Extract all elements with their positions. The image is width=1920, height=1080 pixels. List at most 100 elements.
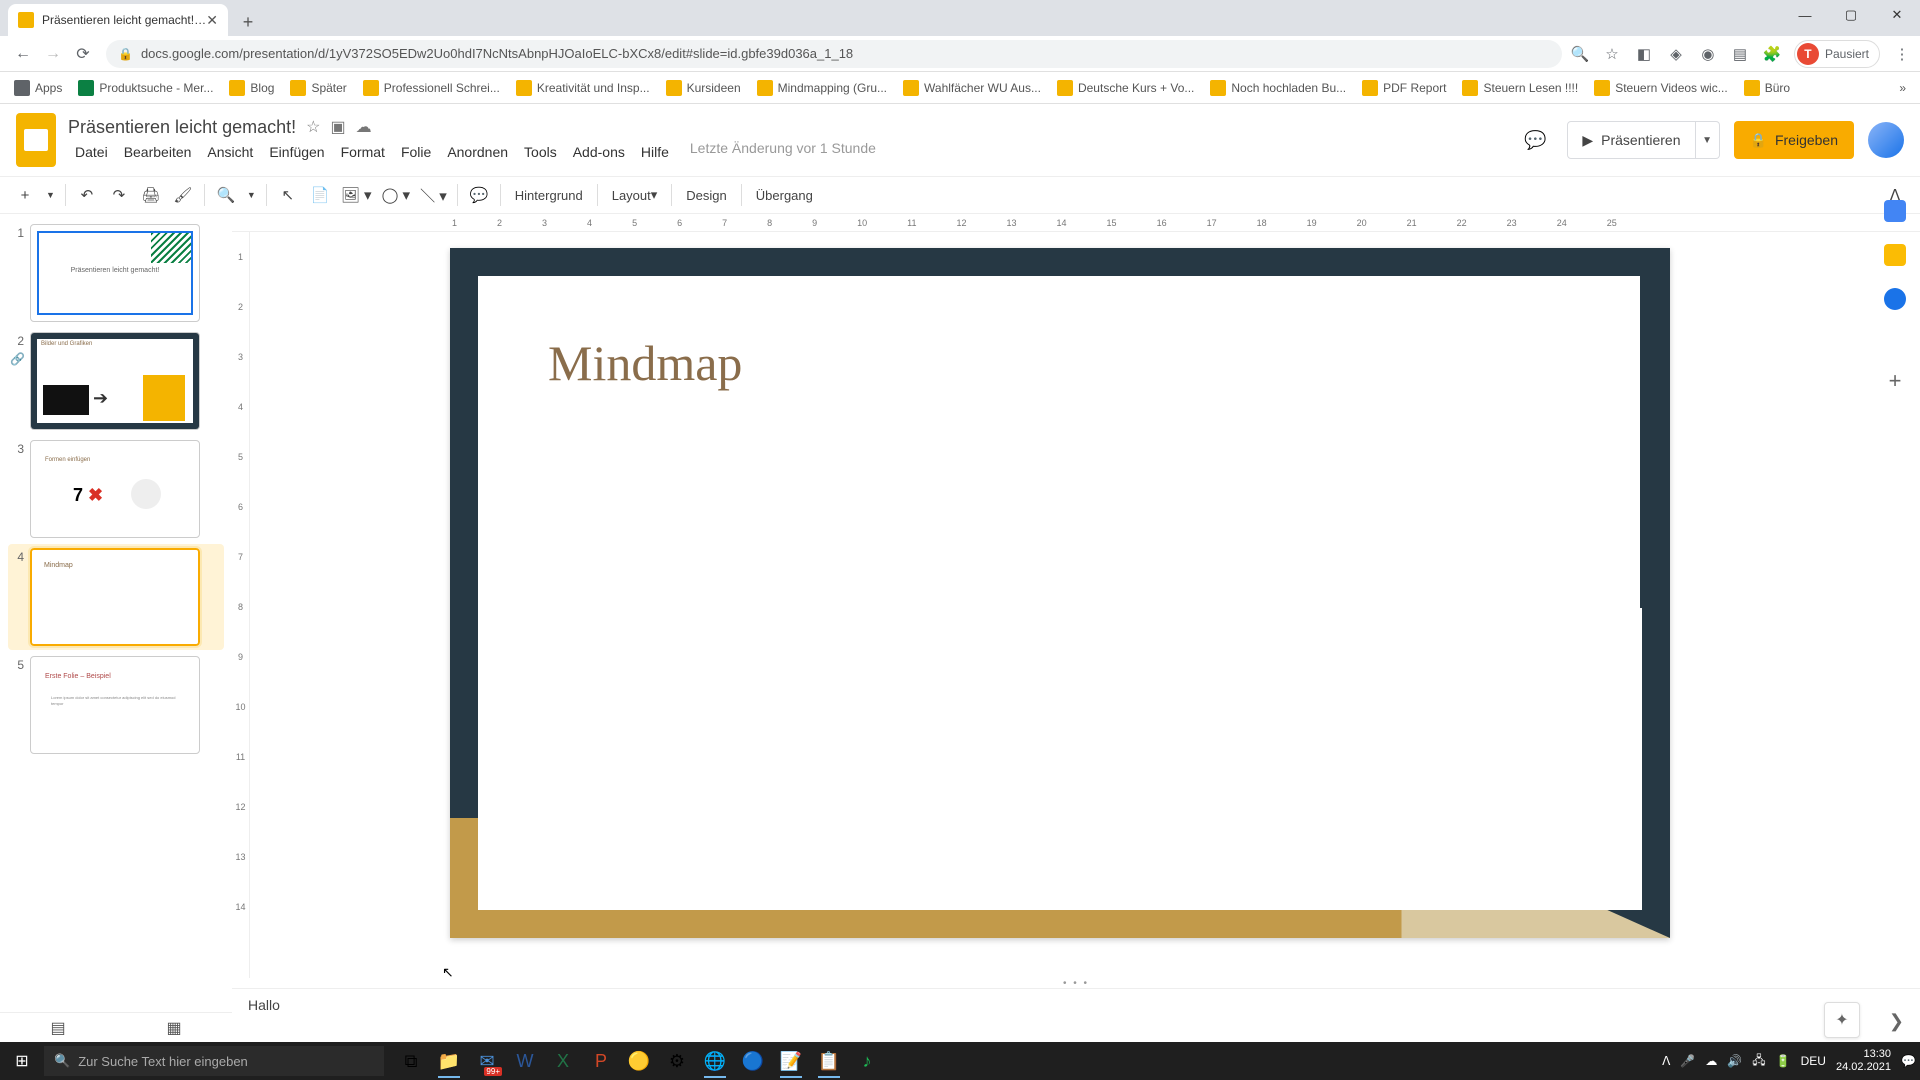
horizontal-ruler[interactable]: 1234567891011121314151617181920212223242… <box>232 214 1920 232</box>
bookmark-item[interactable]: Deutsche Kurs + Vo... <box>1051 76 1200 100</box>
menu-addons[interactable]: Add-ons <box>566 140 632 164</box>
redo-button[interactable]: ↷ <box>104 181 134 209</box>
present-dropdown[interactable]: ▼ <box>1696 121 1720 159</box>
menu-hilfe[interactable]: Hilfe <box>634 140 676 164</box>
tray-notifications-icon[interactable]: 💬 <box>1901 1054 1916 1068</box>
spotify-icon[interactable]: ♪ <box>850 1044 884 1078</box>
present-button[interactable]: ▶ Präsentieren <box>1567 121 1695 159</box>
slides-logo-icon[interactable] <box>16 113 56 167</box>
tray-mic-icon[interactable]: 🎤 <box>1680 1054 1695 1068</box>
menu-datei[interactable]: Datei <box>68 140 115 164</box>
vertical-ruler[interactable]: 1234567891011121314 <box>232 232 250 978</box>
print-button[interactable]: 🖨 <box>136 181 166 209</box>
menu-format[interactable]: Format <box>334 140 392 164</box>
new-slide-dropdown[interactable]: ▼ <box>42 181 59 209</box>
chrome-menu-icon[interactable]: ⋮ <box>1892 44 1912 64</box>
menu-bearbeiten[interactable]: Bearbeiten <box>117 140 199 164</box>
notes-resize-handle[interactable]: • • • <box>232 978 1920 988</box>
profile-pill[interactable]: T Pausiert <box>1794 40 1880 68</box>
zoom-dropdown[interactable]: ▼ <box>243 181 260 209</box>
excel-icon[interactable]: X <box>546 1044 580 1078</box>
slide[interactable]: Mindmap <box>450 248 1670 938</box>
bookmark-item[interactable]: Wahlfächer WU Aus... <box>897 76 1047 100</box>
zoom-button[interactable]: 🔍 <box>211 181 241 209</box>
undo-button[interactable]: ↶ <box>72 181 102 209</box>
keep-icon[interactable] <box>1884 244 1906 266</box>
slide-thumb-5[interactable]: Erste Folie – Beispiel Lorem ipsum dolor… <box>30 656 200 754</box>
menu-einfuegen[interactable]: Einfügen <box>262 140 331 164</box>
image-tool[interactable]: 🖼 ▾ <box>337 181 376 209</box>
last-edit[interactable]: Letzte Änderung vor 1 Stunde <box>690 140 876 164</box>
bookmark-item[interactable]: Später <box>284 76 352 100</box>
bookmark-item[interactable]: Produktsuche - Mer... <box>72 76 219 100</box>
bookmarks-overflow[interactable]: » <box>1893 77 1912 99</box>
bookmark-item[interactable]: Mindmapping (Gru... <box>751 76 893 100</box>
tray-clock[interactable]: 13:30 24.02.2021 <box>1836 1048 1891 1074</box>
browser-tab[interactable]: Präsentieren leicht gemacht! - G ✕ <box>8 4 228 36</box>
bookmark-item[interactable]: Steuern Lesen !!!! <box>1456 76 1584 100</box>
notepad-icon[interactable]: 📝 <box>774 1044 808 1078</box>
ext-icon-3[interactable]: ▤ <box>1730 44 1750 64</box>
edge-icon[interactable]: 🔵 <box>736 1044 770 1078</box>
select-tool[interactable]: ↖ <box>273 181 303 209</box>
star-doc-icon[interactable]: ☆ <box>306 117 320 137</box>
transition-button[interactable]: Übergang <box>748 181 821 209</box>
ext-icon-1[interactable]: ◈ <box>1666 44 1686 64</box>
tray-onedrive-icon[interactable]: ☁ <box>1705 1054 1717 1068</box>
slide-canvas[interactable]: Mindmap ↖ <box>250 232 1920 978</box>
window-maximize[interactable]: ▢ <box>1828 0 1874 30</box>
menu-ansicht[interactable]: Ansicht <box>200 140 260 164</box>
explore-button[interactable]: ✦ <box>1824 1002 1860 1038</box>
slide-title[interactable]: Mindmap <box>548 334 742 392</box>
background-button[interactable]: Hintergrund <box>507 181 591 209</box>
cloud-status-icon[interactable]: ☁ <box>356 117 372 137</box>
slide-thumb-4[interactable]: Mindmap <box>30 548 200 646</box>
comments-button[interactable]: 💬 <box>1517 122 1553 158</box>
menu-anordnen[interactable]: Anordnen <box>440 140 515 164</box>
powerpoint-icon[interactable]: P <box>584 1044 618 1078</box>
share-button[interactable]: 🔒 Freigeben <box>1734 121 1854 159</box>
obs-icon[interactable]: ⚙ <box>660 1044 694 1078</box>
start-button[interactable]: ⊞ <box>0 1042 44 1080</box>
textbox-tool[interactable]: 📄 <box>305 181 335 209</box>
layout-button[interactable]: Layout ▾ <box>604 181 666 209</box>
bookmark-item[interactable]: Kreativität und Insp... <box>510 76 656 100</box>
window-close[interactable]: ✕ <box>1874 0 1920 30</box>
bookmark-item[interactable]: PDF Report <box>1356 76 1452 100</box>
paint-format-button[interactable]: 🖌 <box>168 181 198 209</box>
design-button[interactable]: Design <box>678 181 734 209</box>
tray-network-icon[interactable]: 🖧 <box>1752 1051 1765 1072</box>
window-minimize[interactable]: — <box>1782 0 1828 30</box>
app-icon-2[interactable]: 📋 <box>812 1044 846 1078</box>
word-icon[interactable]: W <box>508 1044 542 1078</box>
tray-language[interactable]: DEU <box>1801 1054 1826 1068</box>
extensions-icon[interactable]: 🧩 <box>1762 44 1782 64</box>
bookmark-item[interactable]: Büro <box>1738 76 1796 100</box>
app-icon[interactable]: 🟡 <box>622 1044 656 1078</box>
filmstrip-view-icon[interactable]: ▤ <box>50 1018 65 1038</box>
line-tool[interactable]: ＼ ▾ <box>416 181 451 209</box>
reader-icon[interactable]: ◧ <box>1634 44 1654 64</box>
slide-content-area[interactable]: Mindmap <box>478 276 1642 910</box>
speaker-notes[interactable]: Hallo <box>232 988 1920 1042</box>
side-panel-toggle[interactable]: ❯ <box>1889 1011 1904 1032</box>
menu-tools[interactable]: Tools <box>517 140 564 164</box>
new-tab-button[interactable]: + <box>234 8 262 36</box>
tab-close-icon[interactable]: ✕ <box>206 12 218 29</box>
shape-tool[interactable]: ◯ ▾ <box>378 181 414 209</box>
bookmark-item[interactable]: Blog <box>223 76 280 100</box>
taskbar-search[interactable]: 🔍 Zur Suche Text hier eingeben <box>44 1046 384 1076</box>
menu-folie[interactable]: Folie <box>394 140 438 164</box>
bookmark-item[interactable]: Kursideen <box>660 76 747 100</box>
bookmark-item[interactable]: Noch hochladen Bu... <box>1204 76 1352 100</box>
comment-tool[interactable]: 💬 <box>464 181 494 209</box>
grid-view-icon[interactable]: ▦ <box>166 1018 181 1038</box>
doc-title[interactable]: Präsentieren leicht gemacht! <box>68 117 296 138</box>
ext-icon-2[interactable]: ◉ <box>1698 44 1718 64</box>
move-doc-icon[interactable]: ▣ <box>330 117 345 137</box>
bookmark-apps[interactable]: Apps <box>8 76 68 100</box>
slide-thumb-2[interactable]: Bilder und Grafiken ➔ <box>30 332 200 430</box>
calendar-icon[interactable] <box>1884 200 1906 222</box>
bookmark-item[interactable]: Professionell Schrei... <box>357 76 506 100</box>
new-slide-button[interactable]: + <box>10 181 40 209</box>
